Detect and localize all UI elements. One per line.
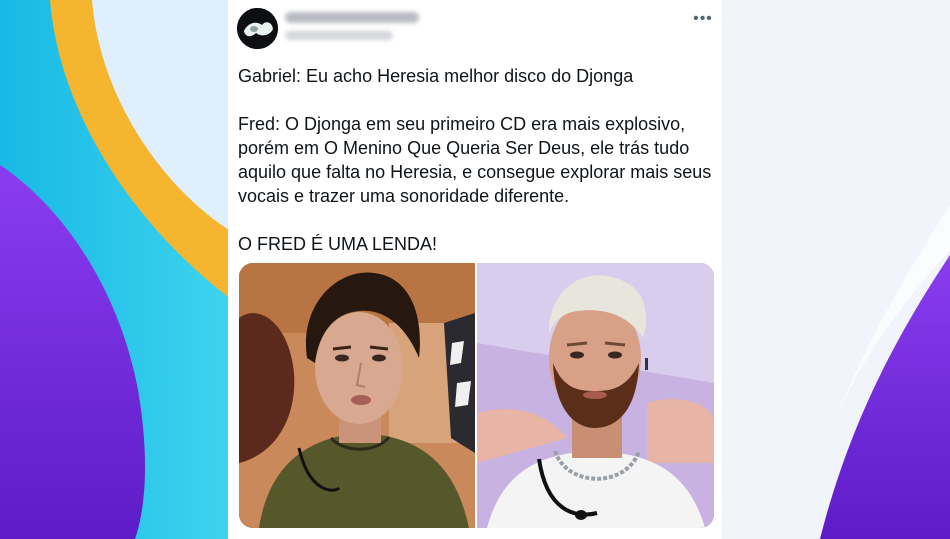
tweet-text: Gabriel: Eu acho Heresia melhor disco do… (238, 64, 722, 256)
photo-young-man (239, 263, 475, 528)
more-options-button[interactable]: ••• (692, 8, 714, 30)
media-photo-left[interactable] (239, 263, 475, 528)
avatar[interactable] (237, 8, 278, 49)
display-name-redacted (285, 12, 419, 23)
username-redacted (285, 31, 393, 40)
photo-bearded-man (477, 263, 714, 528)
media-photo-right[interactable] (477, 263, 714, 528)
avatar-image (237, 8, 278, 49)
tweet-paragraph: Fred: O Djonga em seu primeiro CD era ma… (238, 114, 712, 206)
tweet-paragraph: Gabriel: Eu acho Heresia melhor disco do… (238, 66, 634, 86)
tweet-media[interactable] (239, 263, 714, 528)
more-horizontal-icon: ••• (693, 10, 713, 27)
tweet-paragraph: O FRED É UMA LENDA! (238, 234, 438, 254)
tweet-card[interactable]: ••• Gabriel: Eu acho Heresia melhor disc… (228, 0, 722, 539)
